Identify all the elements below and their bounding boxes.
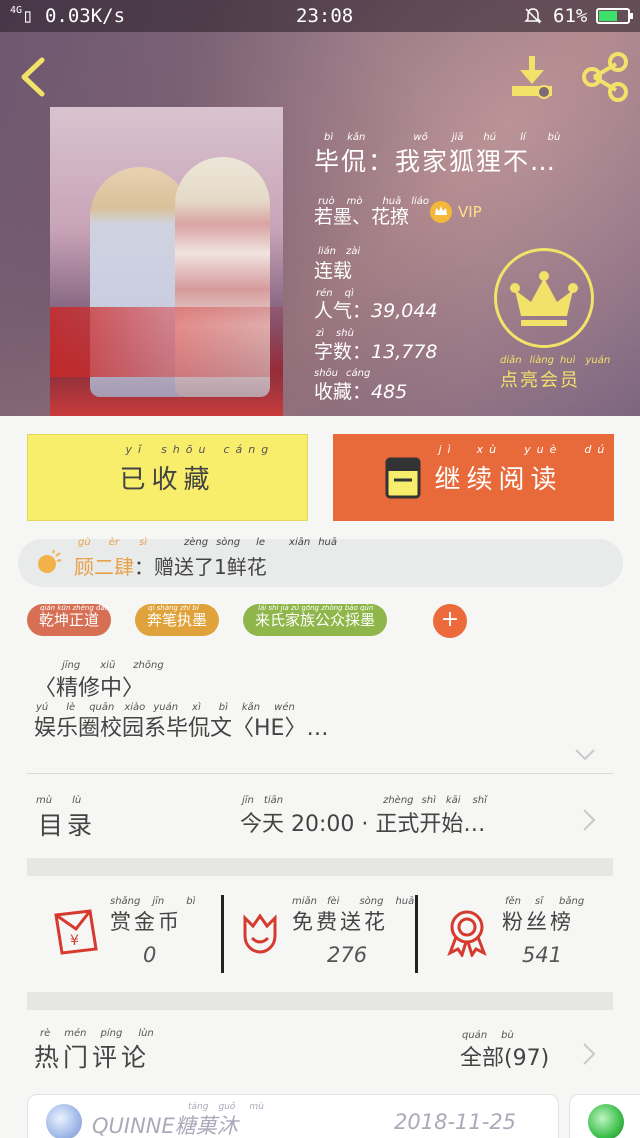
toc-latest-chapter[interactable]: 今天 20:00 · 正式开始… <box>240 806 485 838</box>
flowers-value: 276 <box>327 943 368 967</box>
popularity-value: 39,044 <box>371 300 438 322</box>
toc-label[interactable]: 目录 <box>38 806 96 842</box>
comment-date: 2018-11-25 <box>394 1110 517 1134</box>
continue-reading-button[interactable]: jì xù yuè dú 继续阅读 <box>333 434 614 521</box>
member-pinyin: diǎn liàng huì yuán <box>500 355 611 366</box>
gift-name-pinyin: gù èr sì <box>78 537 147 548</box>
expand-chevron-down-icon[interactable] <box>574 748 596 762</box>
tag-pinyin-2: qí shàng zhí bǐ <box>148 604 199 612</box>
battery-icon <box>596 8 633 24</box>
tag-pinyin-3: lái shì jiā zú gōng zhòng bāo qún <box>258 604 374 612</box>
status-time: 23:08 <box>296 5 354 27</box>
gift-message-pinyin: zèng sòng le xiān huā <box>184 537 338 548</box>
gift-message: ：赠送了1鲜花 <box>134 555 267 579</box>
coins-value: 0 <box>143 943 157 967</box>
flowers-label[interactable]: 免费送花 <box>292 906 388 936</box>
back-arrow-icon[interactable] <box>14 52 54 102</box>
all-comments-link[interactable]: 全部(97) <box>460 1040 549 1072</box>
award-ribbon-icon[interactable] <box>442 907 492 957</box>
fans-value: 541 <box>522 943 563 967</box>
share-icon[interactable] <box>578 52 630 102</box>
add-tag-button[interactable]: + <box>433 604 467 638</box>
fans-pinyin: fěn sī bǎng <box>505 896 585 907</box>
favorites-value: 485 <box>371 381 408 403</box>
word-count-label: 字数： <box>314 341 372 363</box>
toc-chevron-right-icon[interactable] <box>582 808 596 832</box>
flower-icon[interactable] <box>235 910 285 960</box>
mute-bell-icon <box>524 8 542 24</box>
crown-icon <box>510 271 578 326</box>
status-bar: 4G▯ 0.03K/s 23:08 61% <box>0 0 640 32</box>
cover-red-title-splash <box>50 307 283 377</box>
collected-button[interactable]: yǐ shōu cáng 已收藏 <box>27 434 308 521</box>
all-comments-pinyin: quán bù <box>462 1030 514 1041</box>
divider <box>27 773 613 774</box>
download-icon[interactable] <box>506 52 558 102</box>
stat-separator <box>221 895 224 973</box>
flowers-pinyin: miǎn fèi sòng huā <box>292 896 415 907</box>
horn-icon <box>38 550 62 573</box>
popularity-label: 人气： <box>314 300 372 322</box>
tag-pinyin-1: qián kūn zhèng dào <box>40 604 110 612</box>
description-line2: 娱乐圈校园系毕侃文〈HE〉… <box>34 716 329 741</box>
red-envelope-icon[interactable]: ¥ <box>50 907 100 957</box>
gift-sender[interactable]: 顾二肆 <box>74 555 134 579</box>
book-author[interactable]: 若墨、花撩 <box>314 202 409 229</box>
popularity-line: 人气：39,044 <box>314 296 438 323</box>
book-icon <box>385 457 421 498</box>
gift-notice-bar[interactable]: gù èr sì zèng sòng le xiān huā 顾二肆：赠送了1鲜花 <box>18 537 623 587</box>
collected-pinyin: yǐ shōu cáng <box>125 443 275 456</box>
vip-crown-icon <box>435 206 447 215</box>
svg-text:¥: ¥ <box>70 933 79 949</box>
book-title: 毕侃：我家狐狸不… <box>314 147 558 176</box>
word-count-line: 字数：13,778 <box>314 337 438 364</box>
coins-label[interactable]: 赏金币 <box>110 906 182 936</box>
collected-label: 已收藏 <box>119 465 216 495</box>
toc-value-pinyin: jīn tiān zhèng shì kāi shǐ <box>242 795 487 806</box>
avatar[interactable] <box>46 1104 82 1138</box>
read-label: 继续阅读 <box>434 465 563 495</box>
fans-label[interactable]: 粉丝榜 <box>502 906 574 936</box>
avatar[interactable] <box>588 1104 624 1138</box>
favorites-line: 收藏：485 <box>314 377 407 404</box>
favorites-label: 收藏： <box>314 381 372 403</box>
comment-username[interactable]: QUINNE糖菓沐 <box>92 1110 238 1138</box>
gift-text: 顾二肆：赠送了1鲜花 <box>74 551 267 580</box>
read-pinyin: jì xù yuè dú <box>438 443 611 456</box>
comments-pinyin: rè mén píng lùn <box>40 1028 154 1039</box>
section-separator <box>27 858 613 876</box>
description-line1: 〈精修中〉 <box>34 676 145 701</box>
word-count-value: 13,778 <box>371 341 438 363</box>
toc-label-pinyin: mù lù <box>36 795 82 806</box>
comment-user-pinyin: táng guǒ mù <box>188 1102 264 1112</box>
desc-line1-pinyin: jīng xiū zhōng <box>62 660 164 671</box>
hot-comments-title: 热门评论 <box>34 1043 151 1072</box>
coins-pinyin: shǎng jīn bì <box>110 896 196 907</box>
serial-status: 连载 <box>314 260 353 282</box>
status-battery-percent: 61% <box>553 5 588 27</box>
status-network-speed: 4G▯ 0.03K/s <box>10 5 126 27</box>
section-separator <box>27 992 613 1010</box>
desc-line2-pinyin: yú lè quān xiào yuán xì bì kǎn wén <box>36 702 295 713</box>
book-cover-image[interactable] <box>50 107 283 416</box>
all-comments-chevron-right-icon[interactable] <box>582 1042 596 1066</box>
stat-separator <box>415 895 418 973</box>
member-label[interactable]: 点亮会员 <box>500 366 580 392</box>
